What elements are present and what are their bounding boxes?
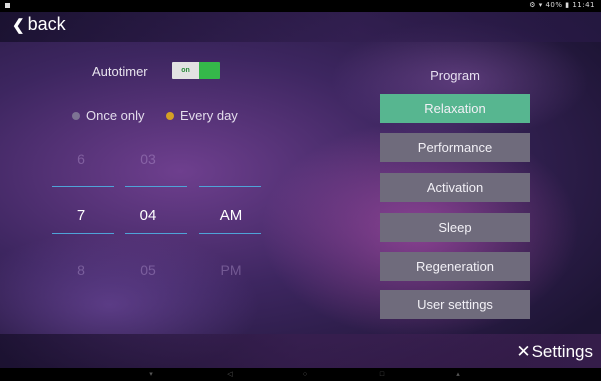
radio-unselected-icon [72, 111, 80, 120]
bottom-bar: ✕ Settings [0, 334, 601, 368]
hour-current[interactable]: 7 [56, 207, 106, 224]
back-label: back [27, 14, 66, 34]
settings-button[interactable]: ✕ Settings [516, 342, 593, 362]
once-only-label: Once only [86, 108, 145, 123]
ampm-divider-bottom [199, 233, 261, 234]
program-activation-button[interactable]: Activation [380, 173, 530, 202]
autotimer-label: Autotimer [92, 64, 148, 79]
back-button[interactable]: ❮ back [12, 14, 66, 35]
once-only-radio[interactable]: Once only [72, 108, 145, 123]
program-title: Program [430, 68, 480, 83]
program-relaxation-button[interactable]: Relaxation [380, 94, 530, 123]
program-performance-button[interactable]: Performance [380, 133, 530, 162]
autotimer-toggle[interactable]: on [172, 62, 220, 79]
radio-selected-icon [166, 111, 174, 120]
volume-down-icon[interactable]: ▾ [146, 370, 156, 379]
toggle-on-label: on [172, 62, 199, 79]
volume-up-icon[interactable]: ▴ [453, 370, 463, 379]
minute-divider-top [125, 186, 187, 187]
program-sleep-button[interactable]: Sleep [380, 213, 530, 242]
ampm-next[interactable]: PM [206, 262, 256, 278]
minute-current[interactable]: 04 [123, 207, 173, 224]
nav-back-icon[interactable]: ◁ [225, 370, 235, 379]
system-nav-bar: ▾ ◁ ○ □ ▴ [0, 368, 601, 381]
ampm-current[interactable]: AM [206, 207, 256, 224]
every-day-label: Every day [180, 108, 238, 123]
minute-divider-bottom [125, 233, 187, 234]
hour-next[interactable]: 8 [56, 262, 106, 278]
hour-prev[interactable]: 6 [56, 151, 106, 167]
notification-icon [5, 3, 10, 8]
top-bar [0, 12, 601, 42]
settings-label: Settings [531, 342, 593, 361]
chevron-left-icon: ❮ [12, 16, 25, 34]
minute-prev[interactable]: 03 [123, 151, 173, 167]
hour-divider-top [52, 186, 114, 187]
program-user-settings-button[interactable]: User settings [380, 290, 530, 319]
ampm-divider-top [199, 186, 261, 187]
status-bar: ⚙ ▾ 40% ▮ 11:41 [0, 0, 601, 12]
toggle-knob [199, 62, 220, 79]
minute-next[interactable]: 05 [123, 262, 173, 278]
program-regeneration-button[interactable]: Regeneration [380, 252, 530, 281]
every-day-radio[interactable]: Every day [166, 108, 238, 123]
status-indicators: ⚙ ▾ 40% ▮ 11:41 [529, 1, 595, 9]
tools-icon: ✕ [516, 342, 531, 361]
hour-divider-bottom [52, 233, 114, 234]
nav-recents-icon[interactable]: □ [377, 370, 387, 379]
nav-home-icon[interactable]: ○ [300, 370, 310, 379]
